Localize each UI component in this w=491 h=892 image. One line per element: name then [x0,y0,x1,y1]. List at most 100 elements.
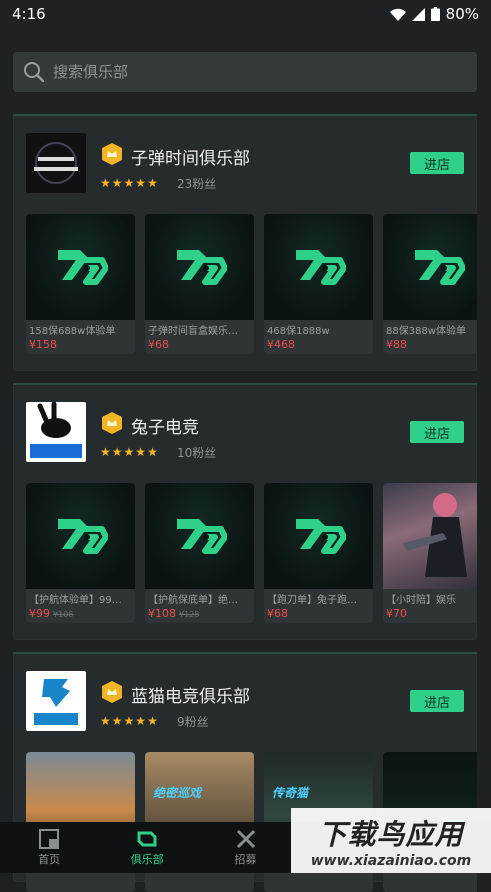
club-name[interactable]: 子弹时间俱乐部 [131,144,250,169]
product-title: 【小时陪】娱乐 [386,595,456,606]
product-price-row: ¥108 ¥128 [148,607,199,620]
watermark: 下载鸟应用 www.xiazainiao.com [291,808,491,873]
product-price: ¥70 [386,607,407,620]
crown-badge-icon [102,412,122,434]
star-icon: ★ [123,176,135,190]
tab-recruit[interactable]: 招募 [196,822,294,873]
star-icon: ★ [123,445,135,459]
battery-icon [430,7,440,21]
search-bar[interactable] [13,52,477,92]
product-price: ¥99 [29,607,50,620]
star-icon: ★ [100,176,111,190]
star-icon: ★ [147,445,158,459]
product-price-row: ¥99 ¥108 [29,607,73,620]
fans-count: 10粉丝 [177,446,217,460]
club-logo[interactable] [26,671,86,731]
product-price-row: ¥68 [148,338,172,351]
product-price-row: ¥468 [267,338,298,351]
product-list[interactable]: 【护航体验单】99… ¥99 ¥108 【护航保底单】绝… ¥108 ¥128 【跑刀单】兔… [26,483,477,623]
star-icon: ★ [135,445,147,459]
star-icon: ★ [147,176,158,190]
star-icon: ★ [100,445,111,459]
product-price: ¥88 [386,338,407,351]
star-icon: ★ [135,176,147,190]
tab-club[interactable]: 俱乐部 [98,822,196,873]
search-input[interactable] [53,63,453,81]
product-card[interactable]: 158保688w体验单 ¥158 [26,214,135,354]
product-title: 【护航体验单】99… [29,595,122,606]
product-card[interactable]: 【护航保底单】绝… ¥108 ¥128 [145,483,254,623]
status-bar: 4:16 80% [0,0,491,28]
enter-store-button[interactable]: 进店 [410,421,464,443]
product-overlay-text: 绝密巡戏 [153,786,202,800]
product-price: ¥108 [148,607,176,620]
recruit-icon [236,829,255,848]
status-time: 4:16 [12,5,46,23]
signal-icon [411,7,425,21]
product-card[interactable]: 【小时陪】娱乐 ¥70 [383,483,477,623]
product-title: 468保1888w [267,326,330,337]
rating-stars: ★ ★ ★ ★ ★ [100,714,158,728]
product-original-price: ¥108 [53,610,74,619]
product-price-row: ¥70 [386,607,410,620]
enter-store-button[interactable]: 进店 [410,152,464,174]
club-logo[interactable] [26,402,86,462]
product-card[interactable]: 子弹时间盲盒娱乐… ¥68 [145,214,254,354]
product-image [26,214,135,320]
fans-count: 23粉丝 [177,177,217,191]
wifi-icon [389,8,406,21]
club-logo[interactable] [26,133,86,193]
product-title: 158保688w体验单 [29,326,116,337]
tab-club-label: 俱乐部 [130,852,164,866]
home-icon [39,828,60,849]
watermark-title: 下载鸟应用 [318,817,464,851]
product-price-row [148,876,151,889]
crown-badge-icon [102,143,122,165]
fans-count: 9粉丝 [177,715,209,729]
star-icon: ★ [135,714,147,728]
product-price-row [29,876,32,889]
product-card[interactable]: 468保1888w ¥468 [264,214,373,354]
product-title: 【护航保底单】绝… [148,595,238,606]
tab-home[interactable]: 首页 [0,822,98,873]
enter-store-button[interactable]: 进店 [410,690,464,712]
rating-stars: ★ ★ ★ ★ ★ [100,445,158,459]
product-overlay-text: 传奇猫 [272,786,309,800]
product-list[interactable]: 158保688w体验单 ¥158 子弹时间盲盒娱乐… ¥68 468保1888w ¥468… [26,214,477,354]
crown-badge-icon [102,681,122,703]
product-price: ¥158 [29,338,57,351]
star-icon: ★ [100,714,111,728]
product-title: 【跑刀单】兔子跑… [267,595,357,606]
battery-percent: 80% [445,5,479,23]
watermark-url: www.xiazainiao.com [310,852,472,869]
product-price: ¥468 [267,338,295,351]
club-card[interactable]: 兔子电竞 ★ ★ ★ ★ ★ 10粉丝 进店 【护航体验单】99… ¥99 ¥108 【护航保底单】绝… [13,383,477,640]
star-icon: ★ [147,714,158,728]
product-image [145,483,254,589]
star-icon: ★ [111,445,123,459]
club-name[interactable]: 兔子电竞 [131,413,199,438]
product-image [26,483,135,589]
product-image [264,214,373,320]
product-image [383,214,477,320]
star-icon: ★ [111,176,123,190]
product-price-row: ¥88 [386,338,410,351]
club-icon [137,831,157,846]
tab-recruit-label: 招募 [234,852,257,866]
product-card[interactable]: 【跑刀单】兔子跑… ¥68 [264,483,373,623]
club-card[interactable]: 子弹时间俱乐部 ★ ★ ★ ★ ★ 23粉丝 进店 158保688w体验单 ¥158 子弹时间盲盒娱… [13,114,477,371]
product-image [383,483,477,589]
product-original-price: ¥128 [179,610,200,619]
product-title: 88保388w体验单 [386,326,466,337]
product-title: 子弹时间盲盒娱乐… [148,326,238,337]
product-price: ¥68 [148,338,169,351]
product-price-row: ¥158 [29,338,60,351]
rating-stars: ★ ★ ★ ★ ★ [100,176,158,190]
search-icon [24,62,45,83]
tab-home-label: 首页 [38,852,61,866]
club-name[interactable]: 蓝猫电竞俱乐部 [131,682,250,707]
product-card[interactable]: 【护航体验单】99… ¥99 ¥108 [26,483,135,623]
product-card[interactable]: 88保388w体验单 ¥88 [383,214,477,354]
product-image [264,483,373,589]
product-price: ¥68 [267,607,288,620]
